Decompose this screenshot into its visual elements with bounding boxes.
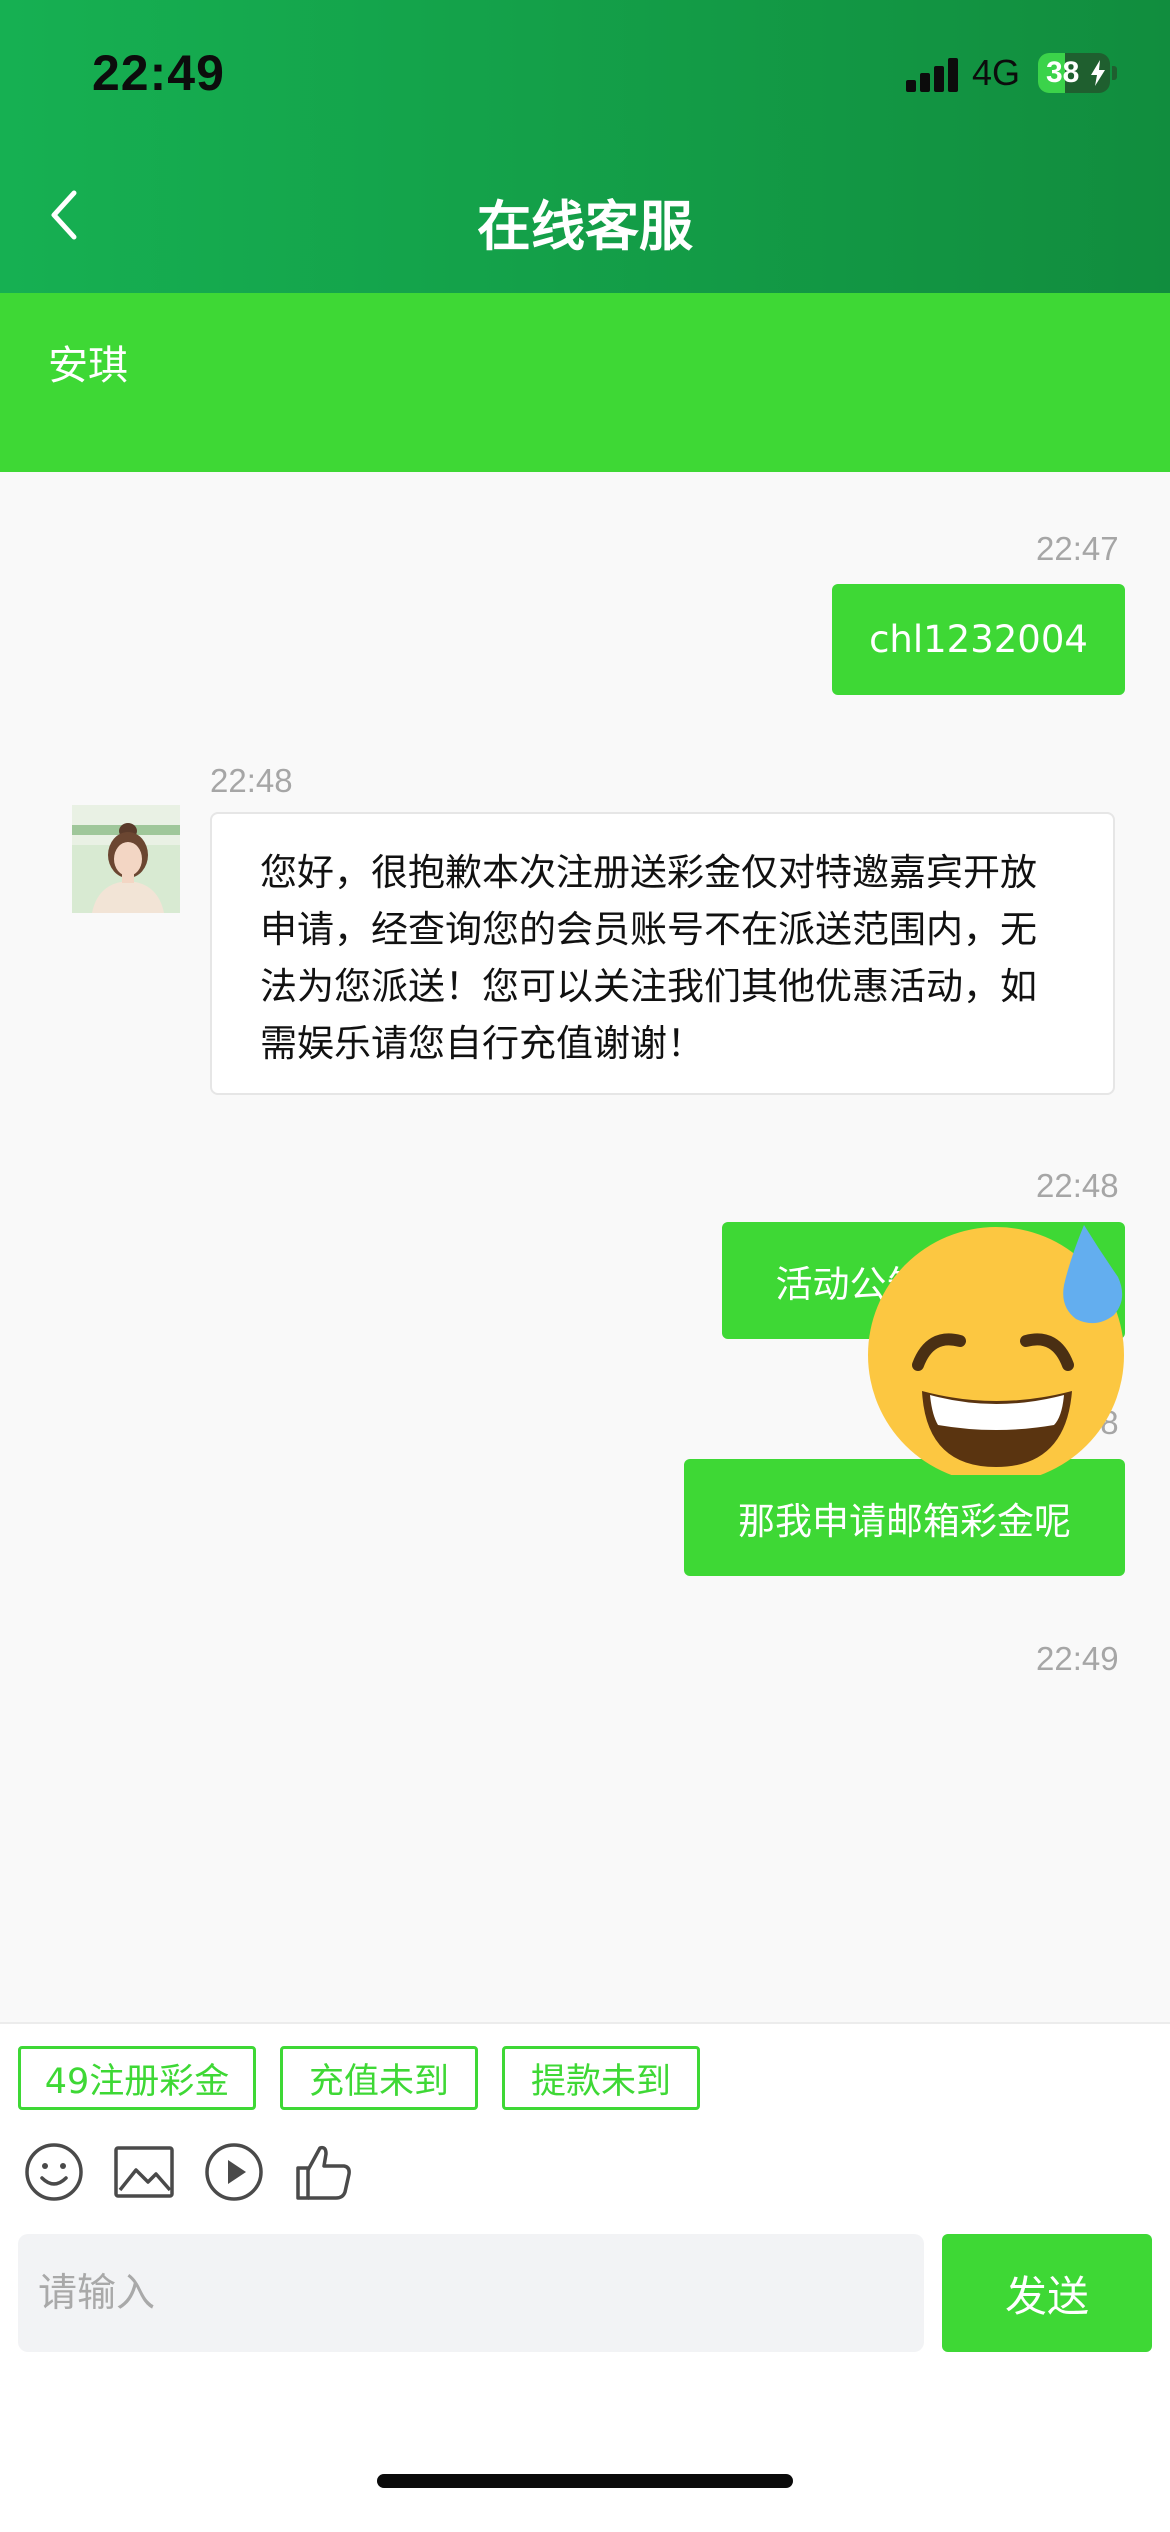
message-bubble-outgoing[interactable]: chl1232004	[832, 584, 1125, 695]
network-type: 4G	[972, 52, 1021, 93]
status-time: 22:49	[92, 45, 225, 101]
message-bubble-incoming[interactable]: 您好，很抱歉本次注册送彩金仅对特邀嘉宾开放申请，经查询您的会员账号不在派送范围内…	[210, 812, 1115, 1095]
message-timestamp: 22:49	[1036, 1640, 1119, 1677]
message-timestamp: 22:47	[1036, 530, 1119, 567]
agent-bar: 安琪	[0, 293, 1170, 472]
agent-name: 安琪	[48, 343, 128, 389]
page-title: 在线客服	[477, 195, 693, 258]
status-bar: 22:49 4G 38	[0, 0, 1170, 150]
grinning-face-with-sweat-icon[interactable]	[868, 1215, 1128, 1483]
header: 22:49 4G 38 在线客服	[0, 0, 1170, 293]
message-timestamp: 22:48	[210, 762, 293, 799]
smiley-icon[interactable]	[22, 2140, 86, 2204]
message-timestamp: 22:48	[1036, 1167, 1119, 1204]
emoji-sticker	[868, 1225, 1124, 1483]
battery-level: 38	[1046, 56, 1080, 89]
composer-area: 49注册彩金 充值未到 提款未到 请输入 发送	[0, 2022, 1170, 2532]
home-indicator	[377, 2474, 793, 2488]
signal-icon	[906, 58, 960, 92]
send-button[interactable]: 发送	[942, 2234, 1152, 2352]
quick-reply-button[interactable]: 提款未到	[502, 2046, 700, 2110]
message-bubble-outgoing[interactable]: 那我申请邮箱彩金呢	[684, 1459, 1125, 1576]
agent-avatar[interactable]	[72, 805, 180, 913]
video-play-icon[interactable]	[202, 2140, 266, 2204]
battery-icon: 38	[1038, 53, 1110, 93]
quick-reply-button[interactable]: 充值未到	[280, 2046, 478, 2110]
quick-reply-button[interactable]: 49注册彩金	[18, 2046, 256, 2110]
image-icon[interactable]	[112, 2140, 176, 2204]
chat-screen: 22:49 4G 38 在线客服 安琪 22:47 chl1232004 22:…	[0, 0, 1170, 2532]
avatar-photo	[72, 805, 180, 913]
charging-bolt-icon	[1091, 60, 1105, 86]
battery-cap	[1112, 66, 1117, 80]
message-input[interactable]	[18, 2234, 924, 2352]
thumbs-up-icon[interactable]	[292, 2140, 356, 2204]
